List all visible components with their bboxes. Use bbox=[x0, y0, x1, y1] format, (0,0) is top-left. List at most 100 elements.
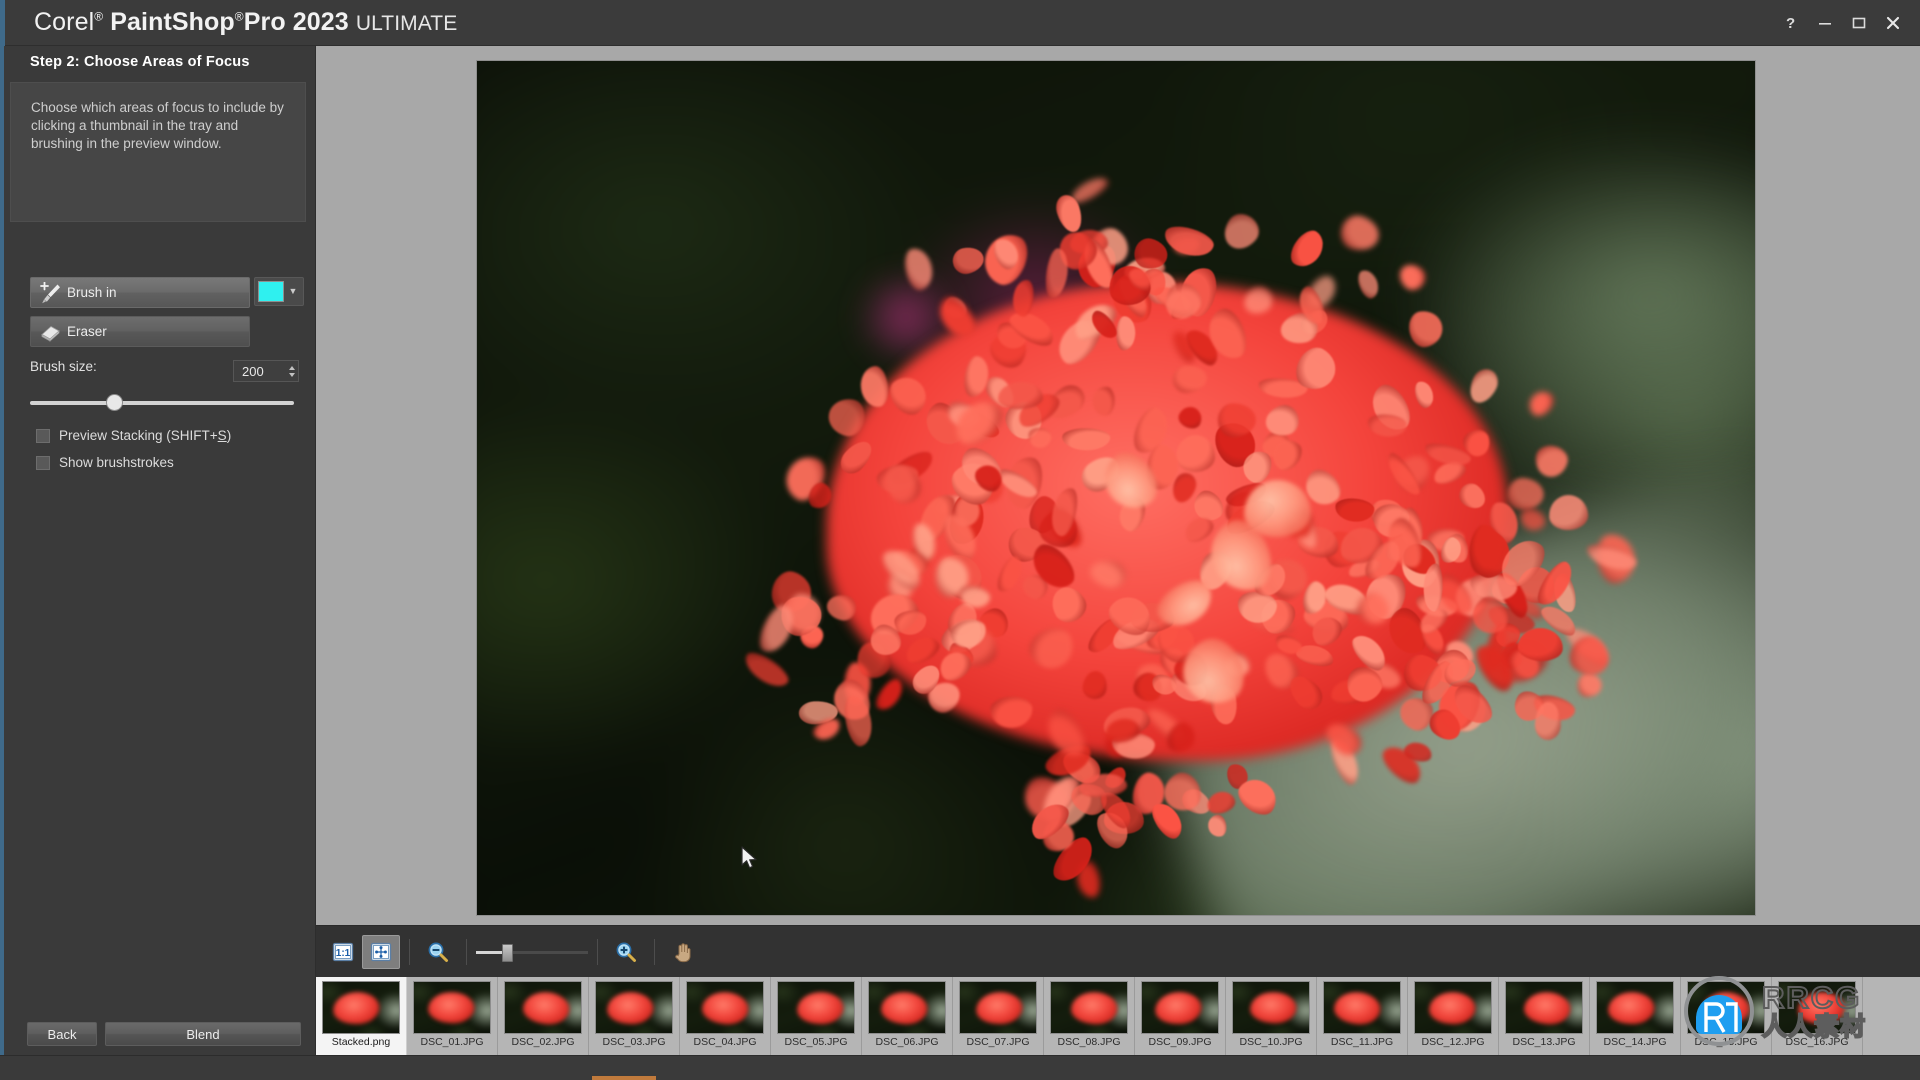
flower-petal bbox=[871, 675, 908, 716]
minimize-icon[interactable] bbox=[1808, 8, 1842, 38]
help-icon[interactable]: ? bbox=[1774, 8, 1808, 38]
flower-petal bbox=[1507, 477, 1545, 511]
eraser-button[interactable]: Eraser bbox=[30, 316, 250, 347]
flower-cluster bbox=[707, 172, 1639, 900]
thumbnail-item[interactable]: DSC_13.JPG bbox=[1499, 977, 1590, 1055]
thumbnail-item[interactable]: DSC_09.JPG bbox=[1135, 977, 1226, 1055]
brush-size-label: Brush size: bbox=[30, 359, 97, 374]
thumbnail-filmstrip[interactable]: Stacked.png DSC_01.JPG DSC_02.JPG DSC_03.JP… bbox=[316, 977, 1920, 1055]
brush-size-slider-thumb[interactable] bbox=[107, 395, 123, 410]
flower-petal bbox=[1206, 813, 1228, 839]
zoom-1to1-icon[interactable]: 1:1 bbox=[324, 935, 362, 969]
blend-button[interactable]: Blend bbox=[105, 1022, 301, 1046]
thumbnail-label: DSC_01.JPG bbox=[420, 1036, 484, 1048]
title-bar: Corel® PaintShop®Pro 2023 ULTIMATE ? bbox=[0, 0, 1920, 46]
thumbnail-item[interactable]: DSC_02.JPG bbox=[498, 977, 589, 1055]
step-title: Step 2: Choose Areas of Focus bbox=[30, 54, 250, 70]
flower-petal bbox=[858, 364, 891, 409]
thumbnail-item[interactable]: DSC_16.JPG bbox=[1772, 977, 1863, 1055]
preview-image-frame[interactable] bbox=[477, 61, 1755, 915]
thumbnail-item[interactable]: DSC_05.JPG bbox=[771, 977, 862, 1055]
thumbnail-item[interactable]: DSC_08.JPG bbox=[1044, 977, 1135, 1055]
thumbnail-label: DSC_15.JPG bbox=[1694, 1036, 1758, 1048]
show-brushstrokes-label: Show brushstrokes bbox=[59, 455, 174, 470]
toolbar-separator-1 bbox=[409, 938, 410, 965]
app-brand-title: Corel® PaintShop®Pro 2023 ULTIMATE bbox=[34, 8, 457, 37]
chevron-down-icon[interactable]: ▼ bbox=[284, 287, 302, 296]
stepper-up-icon[interactable] bbox=[288, 365, 295, 370]
thumbnail-item[interactable]: DSC_15.JPG bbox=[1681, 977, 1772, 1055]
thumbnail-flower bbox=[428, 991, 474, 1024]
thumbnail-image bbox=[777, 981, 855, 1034]
thumbnail-label: DSC_16.JPG bbox=[1785, 1036, 1849, 1048]
thumbnail-image bbox=[1596, 981, 1674, 1034]
thumbnail-item[interactable]: DSC_04.JPG bbox=[680, 977, 771, 1055]
thumbnail-flower bbox=[1428, 991, 1476, 1024]
thumbnail-label: DSC_11.JPG bbox=[1330, 1036, 1394, 1048]
thumbnail-image bbox=[413, 981, 491, 1034]
preview-stacking-checkbox-row[interactable]: Preview Stacking (SHIFT+S) bbox=[36, 428, 231, 443]
cyan-swatch[interactable] bbox=[258, 281, 284, 302]
brush-in-label: Brush in bbox=[67, 285, 117, 300]
back-button[interactable]: Back bbox=[27, 1022, 97, 1046]
preview-canvas-area[interactable] bbox=[316, 46, 1920, 925]
thumbnail-image bbox=[1141, 981, 1219, 1034]
svg-text:?: ? bbox=[1786, 15, 1795, 31]
instructions-text: Choose which areas of focus to include b… bbox=[31, 100, 284, 151]
stepper-down-icon[interactable] bbox=[288, 372, 295, 377]
show-brushstrokes-checkbox[interactable] bbox=[36, 455, 50, 470]
thumbnail-item[interactable]: DSC_06.JPG bbox=[862, 977, 953, 1055]
left-panel: Step 2: Choose Areas of Focus Choose whi… bbox=[0, 46, 316, 1080]
zoom-in-icon[interactable] bbox=[607, 935, 645, 969]
flower-petal bbox=[1161, 222, 1217, 262]
brush-size-slider-track[interactable] bbox=[30, 401, 294, 405]
flower-petal bbox=[949, 244, 986, 277]
thumbnail-label: DSC_08.JPG bbox=[1057, 1036, 1121, 1048]
brand-registered-1: ® bbox=[94, 9, 104, 24]
thumbnail-flower bbox=[606, 991, 654, 1024]
thumbnail-label: DSC_12.JPG bbox=[1421, 1036, 1485, 1048]
thumbnail-item[interactable]: DSC_03.JPG bbox=[589, 977, 680, 1055]
zoom-out-icon[interactable] bbox=[419, 935, 457, 969]
thumbnail-item[interactable]: DSC_11.JPG bbox=[1317, 977, 1408, 1055]
thumbnail-item[interactable]: DSC_07.JPG bbox=[953, 977, 1044, 1055]
close-icon[interactable] bbox=[1876, 8, 1910, 38]
zoom-slider[interactable] bbox=[476, 941, 588, 963]
thumbnail-item[interactable]: DSC_14.JPG bbox=[1590, 977, 1681, 1055]
flower-petal bbox=[1464, 365, 1502, 408]
brush-size-stepper[interactable]: 200 bbox=[233, 360, 299, 382]
zoom-slider-knob[interactable] bbox=[502, 943, 514, 962]
flower-petal bbox=[1394, 259, 1430, 295]
fit-to-window-icon[interactable] bbox=[362, 934, 400, 969]
thumbnail-label: DSC_05.JPG bbox=[784, 1036, 848, 1048]
thumbnail-image bbox=[868, 981, 946, 1034]
thumbnail-label: DSC_07.JPG bbox=[966, 1036, 1030, 1048]
thumbnail-label: Stacked.png bbox=[331, 1036, 391, 1048]
thumbnail-label: DSC_06.JPG bbox=[875, 1036, 939, 1048]
thumbnail-item[interactable]: DSC_01.JPG bbox=[407, 977, 498, 1055]
thumbnail-item[interactable]: Stacked.png bbox=[316, 977, 407, 1055]
brand-registered-2: ® bbox=[234, 9, 244, 24]
toolbar-separator-4 bbox=[654, 938, 655, 965]
thumbnail-label: DSC_10.JPG bbox=[1239, 1036, 1303, 1048]
brand-corel: Corel bbox=[34, 8, 95, 36]
thumbnail-label: DSC_13.JPG bbox=[1512, 1036, 1576, 1048]
flower-petal bbox=[1205, 788, 1239, 818]
brush-in-button[interactable]: Brush in bbox=[30, 277, 250, 308]
thumbnail-label: DSC_03.JPG bbox=[602, 1036, 666, 1048]
preview-stacking-checkbox[interactable] bbox=[36, 428, 50, 443]
thumbnail-item[interactable]: DSC_12.JPG bbox=[1408, 977, 1499, 1055]
brush-size-value[interactable]: 200 bbox=[234, 364, 285, 379]
show-brushstrokes-checkbox-row[interactable]: Show brushstrokes bbox=[36, 455, 174, 470]
thumbnail-item[interactable]: DSC_10.JPG bbox=[1226, 977, 1317, 1055]
maximize-icon[interactable] bbox=[1842, 8, 1876, 38]
thumbnail-image bbox=[1505, 981, 1583, 1034]
toolbar-separator-3 bbox=[597, 938, 598, 965]
brush-color-picker[interactable]: ▼ bbox=[254, 277, 304, 306]
pan-hand-icon[interactable] bbox=[664, 935, 702, 969]
brush-size-spinner-buttons[interactable] bbox=[285, 361, 298, 381]
flower-petal bbox=[1548, 494, 1590, 531]
preview-image[interactable] bbox=[477, 61, 1755, 915]
thumbnail-image bbox=[1050, 981, 1128, 1034]
thumbnail-label: DSC_02.JPG bbox=[511, 1036, 575, 1048]
